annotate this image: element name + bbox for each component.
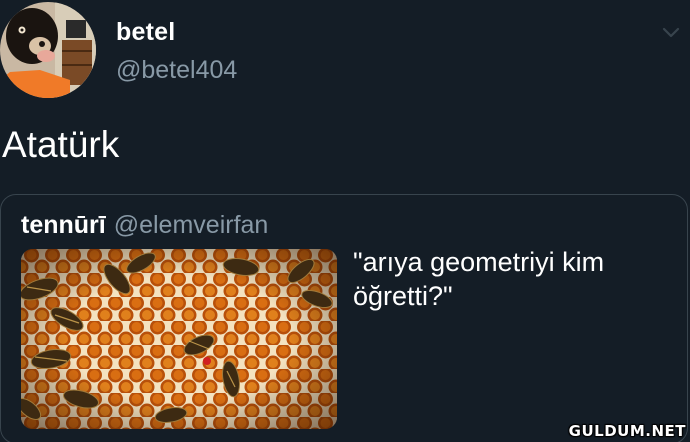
quoted-tweet-image[interactable] <box>21 249 337 429</box>
quoted-display-name: tennūrī <box>21 211 106 239</box>
quoted-tweet-card[interactable]: tennūrī @elemveirfan "arıya geometriyi k… <box>0 194 688 442</box>
avatar[interactable] <box>0 2 96 98</box>
tweet-text: Atatürk <box>2 124 120 165</box>
honeycomb-photo <box>21 249 337 429</box>
quoted-tweet-text: "arıya geometriyi kim öğretti?" <box>353 247 605 311</box>
watermark-logo: GULDUM.NET <box>568 422 686 440</box>
quoted-user-handle: @elemveirfan <box>113 211 269 239</box>
user-handle[interactable]: @betel404 <box>116 56 237 85</box>
chevron-down-icon[interactable] <box>660 22 682 44</box>
avatar-image <box>0 2 96 98</box>
display-name[interactable]: betel <box>116 18 175 47</box>
quoted-tweet-author: tennūrī @elemveirfan <box>21 211 268 240</box>
tweet-screen: betel @betel404 Atatürk tennūrī @elemveir… <box>0 0 690 442</box>
